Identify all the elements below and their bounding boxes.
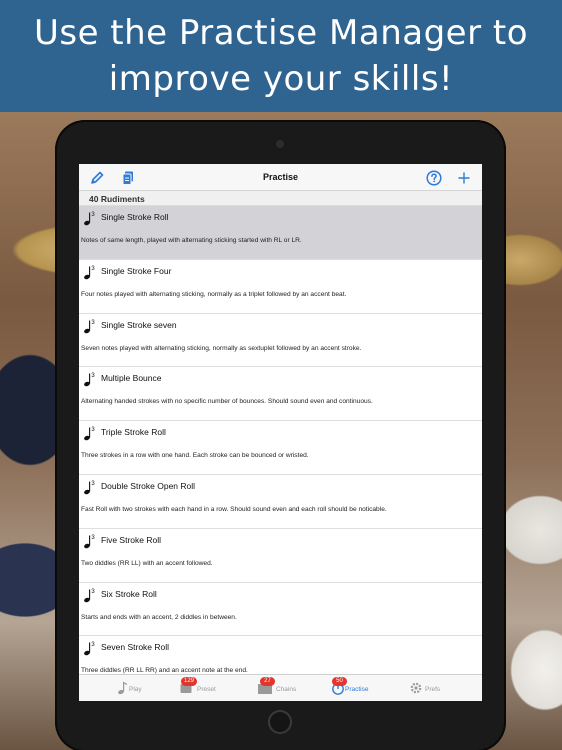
rudiment-description: Three strokes in a row with one hand. Ea… xyxy=(81,452,309,460)
rudiment-description: Seven notes played with alternating stic… xyxy=(81,344,362,352)
badge-count: 27 xyxy=(260,677,275,686)
note-icon: 3 xyxy=(83,425,97,441)
svg-text:3: 3 xyxy=(91,427,95,433)
svg-text:3: 3 xyxy=(91,320,95,326)
list-item[interactable]: 3 Single Stroke Roll Notes of same length,… xyxy=(79,206,482,260)
svg-text:3: 3 xyxy=(91,212,95,218)
svg-text:3: 3 xyxy=(91,535,95,541)
tab-play[interactable]: Play xyxy=(117,675,177,701)
tab-label: Prefs xyxy=(425,686,441,693)
rudiment-title: Triple Stroke Roll xyxy=(101,427,166,438)
badge-count: 50 xyxy=(332,677,347,686)
note-icon xyxy=(117,681,129,700)
plus-icon[interactable] xyxy=(456,170,472,186)
rudiment-title: Single Stroke Four xyxy=(101,265,172,276)
tab-chains[interactable]: Chains 27 xyxy=(257,675,317,701)
list-item[interactable]: 3 Double Stroke Open Roll Fast Roll with t… xyxy=(79,474,482,529)
rudiment-description: Two diddles (RR LL) with an accent follo… xyxy=(81,559,213,567)
svg-text:3: 3 xyxy=(91,642,95,648)
section-label: 40 Rudiments xyxy=(89,194,145,204)
navigation-bar: Practise xyxy=(79,164,482,191)
list-item[interactable]: 3 Single Stroke Four Four notes played wit… xyxy=(79,259,482,314)
home-button[interactable] xyxy=(268,710,292,734)
app-screen: Practise 40 Rudiments 3 Single Stroke Rol… xyxy=(79,164,482,701)
svg-text:3: 3 xyxy=(91,589,95,595)
gear-icon xyxy=(409,681,423,700)
rudiment-title: Single Stroke Roll xyxy=(101,212,169,222)
svg-text:3: 3 xyxy=(91,481,95,487)
note-icon: 3 xyxy=(83,210,97,226)
tablet-frame: Practise 40 Rudiments 3 Single Stroke Rol… xyxy=(55,120,506,750)
tab-prefs[interactable]: Prefs xyxy=(409,675,469,701)
list-item[interactable]: 3 Six Stroke Roll Starts and ends with an … xyxy=(79,582,482,637)
rudiment-description: Fast Roll with two strokes with each han… xyxy=(81,505,387,513)
promo-banner: Use the Practise Manager to improve your… xyxy=(0,0,562,112)
rudiment-title: Six Stroke Roll xyxy=(101,588,157,599)
promo-title: Use the Practise Manager to improve your… xyxy=(33,13,529,99)
rudiment-description: Notes of same length, played with altern… xyxy=(81,237,302,244)
note-icon: 3 xyxy=(83,479,97,495)
tab-label: Practise xyxy=(345,686,369,693)
rudiment-title: Double Stroke Open Roll xyxy=(101,480,196,491)
rudiment-title: Multiple Bounce xyxy=(101,373,162,384)
list-item[interactable]: 3 Single Stroke seven Seven notes played w… xyxy=(79,313,482,368)
help-icon[interactable] xyxy=(426,170,442,186)
note-icon: 3 xyxy=(83,533,97,549)
tab-label: Play xyxy=(129,686,142,693)
tab-preset[interactable]: Preset 129 xyxy=(179,675,239,701)
rudiment-title: Single Stroke seven xyxy=(101,319,177,330)
rudiment-description: Four notes played with alternating stick… xyxy=(81,290,347,298)
note-icon: 3 xyxy=(83,640,97,656)
list-item[interactable]: 3 Multiple Bounce Alternating handed strok… xyxy=(79,367,482,422)
list-item[interactable]: 3 Five Stroke Roll Two diddles (RR LL) wit… xyxy=(79,528,482,583)
tab-bar: Play Preset 129 Chains 27 Practise 50 Prefs xyxy=(79,674,482,701)
rudiment-title: Five Stroke Roll xyxy=(101,534,161,545)
rudiment-description: Starts and ends with an accent, 2 diddle… xyxy=(81,613,237,621)
svg-text:3: 3 xyxy=(91,266,95,272)
note-icon: 3 xyxy=(83,371,97,387)
note-icon: 3 xyxy=(83,318,97,334)
rudiment-description: Alternating handed strokes with no speci… xyxy=(81,398,373,406)
camera-dot xyxy=(276,140,284,148)
list-item[interactable]: 3 Triple Stroke Roll Three strokes in a ro… xyxy=(79,421,482,475)
rudiment-title: Seven Stroke Roll xyxy=(101,642,170,653)
note-icon: 3 xyxy=(83,264,97,280)
tab-label: Chains xyxy=(276,686,297,693)
page-title: Practise xyxy=(262,172,299,182)
svg-text:3: 3 xyxy=(91,373,95,379)
badge-count: 129 xyxy=(181,677,198,686)
rudiment-list: 3 Single Stroke Roll Notes of same length,… xyxy=(79,206,482,691)
tab-label: Preset xyxy=(197,686,216,693)
section-header: 40 Rudiments xyxy=(79,191,482,206)
note-icon: 3 xyxy=(83,587,97,603)
tab-practise[interactable]: Practise 50 xyxy=(331,675,391,701)
